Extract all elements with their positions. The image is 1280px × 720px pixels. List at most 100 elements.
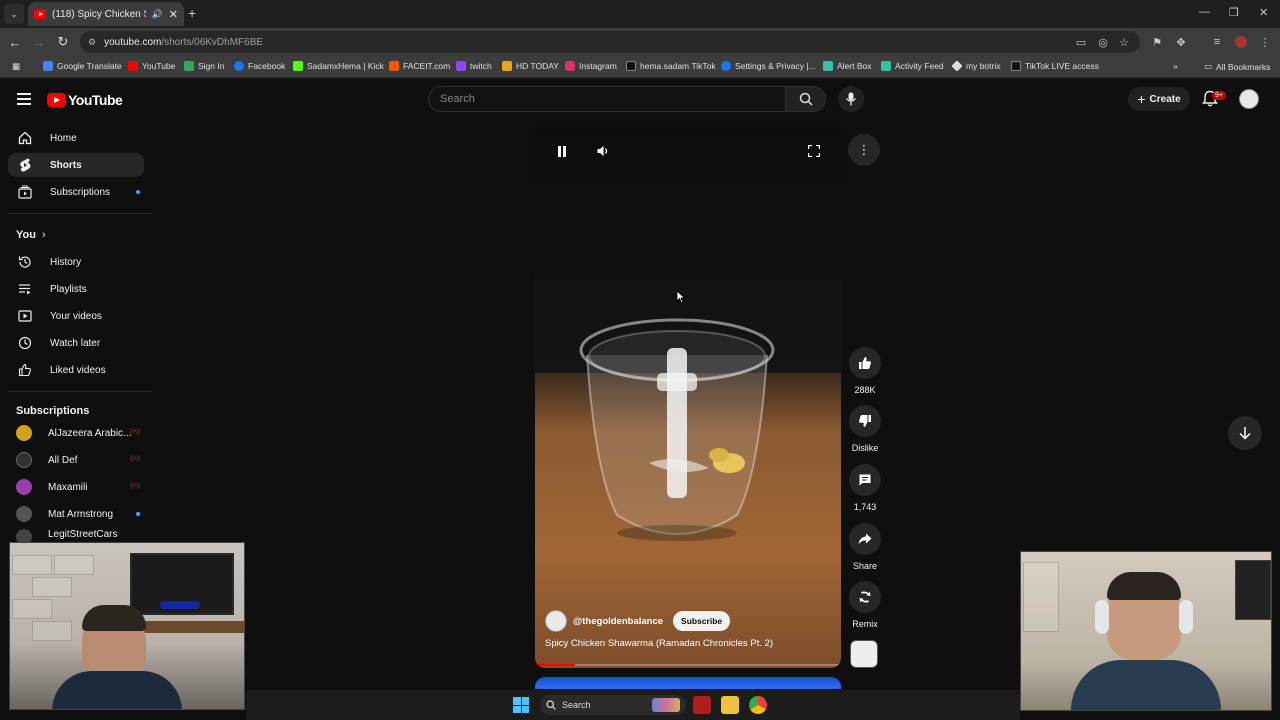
- minimize-icon[interactable]: —: [1199, 6, 1210, 18]
- more-bookmarks-icon[interactable]: »: [1173, 61, 1178, 71]
- sidebar-item-shorts[interactable]: Shorts: [8, 153, 144, 177]
- sidebar-item-liked-videos[interactable]: Liked videos: [8, 358, 144, 382]
- puzzle-icon[interactable]: ✥: [1174, 35, 1188, 49]
- bookmark-star-icon[interactable]: ☆: [1117, 35, 1131, 49]
- bookmark-item[interactable]: my botrix: [951, 60, 1000, 72]
- chrome-icon[interactable]: [749, 696, 767, 714]
- channel-avatar[interactable]: [545, 610, 567, 632]
- profile-icon[interactable]: [1234, 35, 1248, 49]
- kebab-menu-icon[interactable]: ⋮: [1258, 35, 1272, 49]
- forward-arrow-icon[interactable]: →: [31, 34, 47, 50]
- remix-icon: [859, 591, 871, 603]
- dislike-button[interactable]: [849, 405, 881, 437]
- subscription-item[interactable]: Maxamili ((•)): [8, 475, 144, 499]
- sidebar-item-watch-later[interactable]: Watch later: [8, 331, 144, 355]
- speaker-icon[interactable]: 🔊: [152, 9, 163, 20]
- bookmark-item[interactable]: twitch: [456, 61, 492, 71]
- channel-name[interactable]: @thegoldenbalance: [573, 616, 663, 627]
- subscriptions-icon: [18, 185, 32, 199]
- sidebar-item-your-videos[interactable]: Your videos: [8, 304, 144, 328]
- file-explorer-icon[interactable]: [721, 696, 739, 714]
- bookmark-item[interactable]: FACEIT.com: [389, 61, 450, 71]
- create-button[interactable]: + Create: [1128, 87, 1190, 111]
- bookmark-item[interactable]: YouTube: [128, 61, 175, 71]
- more-options-button[interactable]: ⋮: [848, 134, 880, 166]
- close-tab-icon[interactable]: ✕: [169, 8, 178, 21]
- shorts-player[interactable]: @thegoldenbalance Subscribe Spicy Chicke…: [535, 123, 841, 668]
- taskbar-search-label: Search: [562, 700, 591, 710]
- bookmark-item[interactable]: HD TODAY: [502, 61, 559, 71]
- sidebar-item-subscriptions[interactable]: Subscriptions: [8, 180, 144, 204]
- sidebar-item-history[interactable]: History: [8, 250, 144, 274]
- bookmark-item[interactable]: hema.sadam TikTok: [626, 61, 716, 71]
- you-section-header[interactable]: You ›: [16, 229, 46, 241]
- volume-button[interactable]: [593, 141, 613, 161]
- wall-brick: [32, 621, 72, 641]
- back-arrow-icon[interactable]: ←: [7, 34, 23, 50]
- youtube-logo[interactable]: YouTube: [47, 92, 123, 108]
- wall-brick: [54, 555, 94, 575]
- browser-tab-active[interactable]: (118) Spicy Chicken Shawar 🔊 ✕: [28, 2, 184, 26]
- webcam-overlay-right: [1020, 551, 1272, 711]
- sidebar-item-label: Playlists: [50, 283, 87, 295]
- reload-icon[interactable]: ↻: [55, 34, 71, 50]
- apps-grid-icon[interactable]: ▦: [12, 61, 20, 72]
- bookmark-item[interactable]: Alert Box: [823, 61, 872, 71]
- next-short-button[interactable]: [1228, 416, 1262, 450]
- subscription-item[interactable]: AlJazeera Arabic... ((•)): [8, 421, 144, 445]
- bookmark-item[interactable]: Sign In: [184, 61, 224, 71]
- remix-button[interactable]: [849, 581, 881, 613]
- sidebar-item-label: Your videos: [50, 310, 102, 322]
- new-tab-button[interactable]: +: [188, 6, 196, 20]
- pinned-app-icon[interactable]: [693, 696, 711, 714]
- like-button[interactable]: [849, 347, 881, 379]
- tab-search-button[interactable]: ⌄: [4, 4, 24, 24]
- close-window-icon[interactable]: ✕: [1259, 6, 1268, 19]
- bookmark-item[interactable]: TikTok LIVE access: [1011, 61, 1099, 71]
- bookmark-item[interactable]: Settings & Privacy |...: [721, 61, 816, 71]
- bookmark-item[interactable]: Instagram: [565, 61, 617, 71]
- hamburger-menu-icon[interactable]: [17, 93, 31, 105]
- url-path: /shorts/06KvDhMF6BE: [161, 36, 264, 48]
- all-bookmarks[interactable]: ▭ All Bookmarks: [1204, 61, 1270, 72]
- subscription-item[interactable]: All Def ((•)): [8, 448, 144, 472]
- comments-button[interactable]: [849, 464, 881, 496]
- microphone-icon: [845, 92, 857, 106]
- search-input[interactable]: Search: [428, 86, 786, 112]
- sidebar-item-playlists[interactable]: Playlists: [8, 277, 144, 301]
- subscription-item[interactable]: LegitStreetCars: [8, 529, 144, 542]
- address-bar[interactable]: ⚙ youtube.com/shorts/06KvDhMF6BE: [80, 31, 1140, 53]
- search-button[interactable]: [786, 86, 826, 112]
- sidebar-item-home[interactable]: Home: [8, 126, 144, 150]
- next-short-preview[interactable]: [535, 677, 841, 689]
- subscription-item[interactable]: Mat Armstrong: [8, 502, 144, 526]
- extension-icon[interactable]: ⚑: [1150, 35, 1164, 49]
- restore-icon[interactable]: ❐: [1229, 6, 1239, 19]
- bookmark-label: Settings & Privacy |...: [735, 61, 816, 71]
- fullscreen-button[interactable]: [804, 141, 824, 161]
- site-info-icon[interactable]: ⚙: [88, 37, 96, 48]
- playlists-icon: [18, 282, 32, 296]
- bookmark-label: FACEIT.com: [403, 61, 451, 71]
- taskbar-search[interactable]: Search: [540, 695, 686, 715]
- bookmark-item[interactable]: SadamxHema | Kick: [293, 61, 384, 71]
- mouse-cursor-icon: [676, 290, 686, 304]
- voice-search-button[interactable]: [838, 86, 864, 112]
- bookmark-item[interactable]: Facebook: [234, 61, 285, 71]
- comment-count: 1,743: [853, 502, 877, 512]
- url-host: youtube.com: [104, 36, 162, 48]
- share-button[interactable]: [849, 523, 881, 555]
- windows-start-icon[interactable]: [513, 697, 529, 713]
- account-avatar[interactable]: [1239, 89, 1259, 109]
- bookmark-item[interactable]: Google Translate: [43, 61, 122, 71]
- cast-icon[interactable]: ▭: [1074, 35, 1088, 49]
- you-title: You: [16, 229, 36, 241]
- bookmark-item[interactable]: Activity Feed: [881, 61, 944, 71]
- original-sound-thumbnail[interactable]: [850, 640, 878, 668]
- progress-bar[interactable]: [535, 664, 841, 666]
- subscribe-button[interactable]: Subscribe: [673, 611, 731, 631]
- media-controls-icon[interactable]: ≡: [1210, 35, 1224, 49]
- eye-off-icon[interactable]: ◎: [1096, 35, 1110, 49]
- pause-button[interactable]: [552, 141, 572, 161]
- short-title[interactable]: Spicy Chicken Shawarma (Ramadan Chronicl…: [545, 638, 773, 649]
